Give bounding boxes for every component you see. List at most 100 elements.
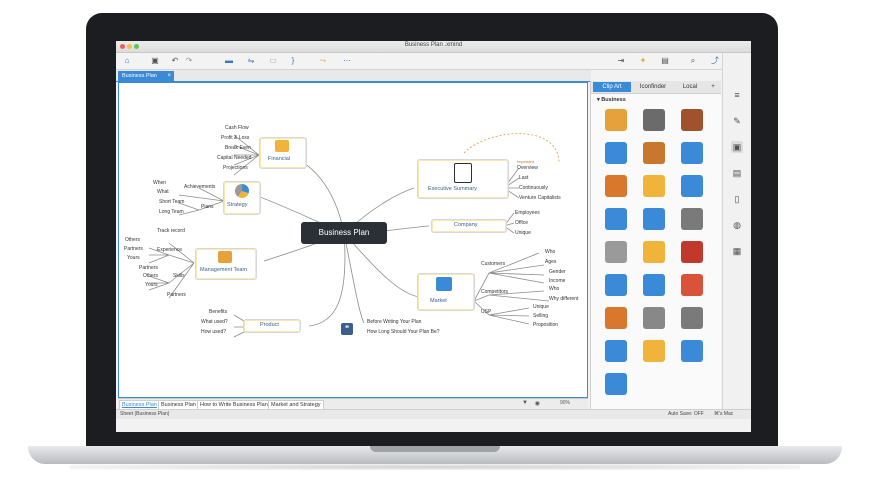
- id-card-icon[interactable]: [681, 142, 703, 164]
- share-icon[interactable]: ⤴: [710, 56, 720, 66]
- chat-icon[interactable]: [605, 142, 627, 164]
- section-business[interactable]: ▾ Business: [597, 97, 626, 103]
- market-ages[interactable]: Ages: [545, 259, 556, 265]
- undo-icon[interactable]: ↶: [170, 56, 180, 66]
- globe-icon[interactable]: [643, 208, 665, 230]
- filter-icon[interactable]: ▼: [522, 400, 528, 406]
- notes-icon[interactable]: ▯: [731, 193, 743, 205]
- product-topic[interactable]: Product: [243, 319, 301, 333]
- relationship-icon[interactable]: ⤳: [318, 56, 328, 66]
- strategy-what[interactable]: What: [157, 189, 169, 195]
- strategy-achievements[interactable]: Achievements: [184, 184, 215, 190]
- task-icon[interactable]: ▦: [731, 245, 743, 257]
- note-before-writing[interactable]: Before Writing Your Plan: [367, 319, 421, 325]
- boundary-icon[interactable]: }: [288, 56, 298, 66]
- outline-icon[interactable]: ≡: [731, 89, 743, 101]
- mind-map-canvas[interactable]: Business Plan Cash Flow Profit & Loss Br…: [118, 82, 588, 398]
- layout-icon[interactable]: [605, 241, 627, 263]
- market-who[interactable]: Who: [545, 249, 555, 255]
- format-icon[interactable]: ✎: [731, 115, 743, 127]
- strategy-short-team[interactable]: Short Team: [159, 199, 184, 205]
- people-icon[interactable]: [605, 307, 627, 329]
- central-topic[interactable]: Business Plan: [301, 222, 387, 244]
- market-why-different[interactable]: Why different: [549, 296, 578, 302]
- pencil-icon[interactable]: [643, 241, 665, 263]
- coin-icon[interactable]: [643, 340, 665, 362]
- strategy-plans[interactable]: Plans: [201, 204, 214, 210]
- executive-continuously[interactable]: Continuously: [519, 185, 548, 191]
- eye-icon[interactable]: ◉: [535, 400, 540, 407]
- clock-icon[interactable]: [643, 307, 665, 329]
- market-unique[interactable]: Unique: [533, 304, 549, 310]
- target-icon[interactable]: [681, 274, 703, 296]
- coffee-icon[interactable]: [643, 142, 665, 164]
- market-gender[interactable]: Gender: [549, 269, 566, 275]
- market-selling[interactable]: Selling: [533, 313, 548, 319]
- market-topic[interactable]: Market: [417, 273, 475, 311]
- status-autosave[interactable]: Auto Save: OFF: [668, 410, 704, 419]
- microphone-icon[interactable]: [681, 340, 703, 362]
- management-track-record[interactable]: Track record: [157, 228, 185, 234]
- calculator-icon[interactable]: [681, 109, 703, 131]
- markers-icon[interactable]: ▤: [731, 167, 743, 179]
- market-competitors[interactable]: Competitors: [481, 289, 508, 295]
- search-doc-icon[interactable]: [681, 175, 703, 197]
- home-icon[interactable]: ⌂: [122, 56, 132, 66]
- executive-callout[interactable]: Important: [517, 159, 534, 164]
- executive-summary-topic[interactable]: Executive Summary: [417, 159, 509, 199]
- printer-icon[interactable]: [605, 274, 627, 296]
- financial-topic[interactable]: Financial: [259, 137, 307, 169]
- briefcase-icon[interactable]: [643, 109, 665, 131]
- note-how-long[interactable]: How Long Should Your Plan Be?: [367, 329, 440, 335]
- strategy-when[interactable]: When: [153, 180, 166, 186]
- save-icon[interactable]: ▣: [150, 56, 160, 66]
- magnifier-icon[interactable]: [643, 274, 665, 296]
- market-proposition[interactable]: Proposition: [533, 322, 558, 328]
- woman-icon[interactable]: [605, 175, 627, 197]
- financial-child-4[interactable]: Capital Needed: [217, 155, 251, 161]
- management-others-2[interactable]: Others: [143, 273, 158, 279]
- presentation-mode-icon[interactable]: ▤: [660, 56, 670, 66]
- chart-up-icon[interactable]: [605, 340, 627, 362]
- inbox-icon[interactable]: [681, 208, 703, 230]
- ticket-icon[interactable]: [643, 175, 665, 197]
- company-office[interactable]: Office: [515, 220, 528, 226]
- strategy-long-team[interactable]: Long Team: [159, 209, 184, 215]
- redo-icon[interactable]: ↷: [184, 56, 194, 66]
- tab-clip-art[interactable]: Clip Art: [593, 82, 631, 92]
- company-topic[interactable]: Company: [431, 219, 507, 233]
- executive-overview[interactable]: Overview: [517, 165, 538, 171]
- management-yours[interactable]: Yours: [127, 255, 140, 261]
- calendar-icon[interactable]: [605, 373, 627, 395]
- product-how-used[interactable]: How used?: [201, 329, 226, 335]
- financial-child-3[interactable]: Break Even: [225, 145, 251, 151]
- management-others[interactable]: Others: [125, 237, 140, 243]
- strategy-topic[interactable]: Strategy: [223, 181, 261, 215]
- document-tab[interactable]: Business Plan ×: [118, 71, 174, 81]
- zoom-level[interactable]: 90%: [560, 400, 570, 406]
- tab-local[interactable]: Local: [675, 82, 705, 92]
- clipart-icon[interactable]: ▣: [731, 141, 743, 153]
- management-partners[interactable]: Partners: [124, 246, 143, 252]
- tab-iconfinder[interactable]: Iconfinder: [633, 82, 673, 92]
- market-who-2[interactable]: Who: [549, 286, 559, 292]
- management-team-topic[interactable]: Management Team: [195, 248, 257, 280]
- executive-last[interactable]: Last: [519, 175, 528, 181]
- financial-child-1[interactable]: Cash Flow: [225, 125, 249, 131]
- financial-child-5[interactable]: Projections: [223, 165, 248, 171]
- topic-icon[interactable]: ▬: [224, 56, 234, 66]
- close-tab-icon[interactable]: ×: [167, 71, 171, 81]
- more-icon[interactable]: ⋯: [342, 56, 352, 66]
- idea-icon[interactable]: ✦: [638, 56, 648, 66]
- export-icon[interactable]: ⇥: [616, 56, 626, 66]
- financial-child-2[interactable]: Profit & Loss: [221, 135, 249, 141]
- management-skills[interactable]: Skills: [173, 273, 185, 279]
- market-customers[interactable]: Customers: [481, 261, 505, 267]
- presentation-icon[interactable]: [681, 241, 703, 263]
- management-partners-2[interactable]: Partners: [139, 265, 158, 271]
- company-employees[interactable]: Employees: [515, 210, 540, 216]
- product-what-used[interactable]: What used?: [201, 319, 228, 325]
- notepad-icon[interactable]: [681, 307, 703, 329]
- executive-venture-capitalists[interactable]: Venture Capitalists: [519, 195, 561, 201]
- product-benefits[interactable]: Benefits: [209, 309, 227, 315]
